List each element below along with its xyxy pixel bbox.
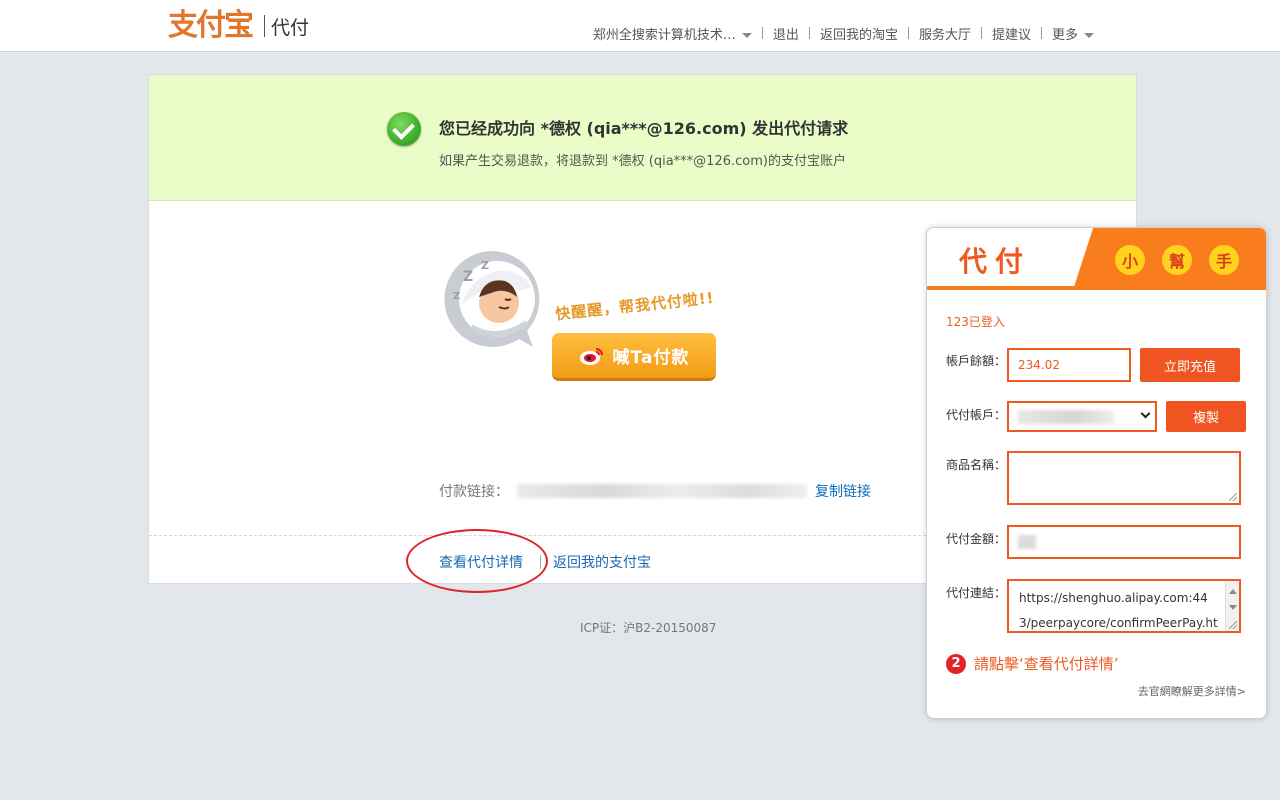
copy-account-button[interactable]: 複製 <box>1166 401 1246 432</box>
logo-divider <box>264 15 265 37</box>
account-menu[interactable]: 郑州全搜索计算机技术… <box>583 24 762 43</box>
success-check-icon <box>387 112 421 146</box>
back-taobao-link[interactable]: 返回我的淘宝 <box>810 24 908 43</box>
account-menu-label: 郑州全搜索计算机技术… <box>592 27 736 43</box>
logo-subtitle: 代付 <box>271 16 310 39</box>
chevron-down-icon <box>741 32 752 38</box>
amount-value-blurred <box>1018 535 1036 549</box>
balance-label: 帳戶餘額： <box>946 354 1007 368</box>
success-banner: 您已经成功向 *德权 (qia***@126.com) 发出代付请求 如果产生交… <box>149 75 1136 201</box>
refund-note: 如果产生交易退款，将退款到 *德权 (qia***@126.com)的支付宝账户 <box>439 154 846 169</box>
account-select[interactable] <box>1007 401 1157 432</box>
link-value: https://shenghuo.alipay.com:443/peerpayc… <box>1019 591 1218 630</box>
product-label: 商品名稱： <box>946 458 1007 472</box>
amount-label: 代付金額： <box>946 532 1007 546</box>
step-instruction: 2 請點擊‘查看代付詳情’ <box>946 653 1119 674</box>
scroll-down-icon[interactable] <box>1229 605 1237 610</box>
link-textarea[interactable]: https://shenghuo.alipay.com:443/peerpayc… <box>1007 579 1241 633</box>
suggest-link[interactable]: 提建议 <box>982 24 1041 43</box>
link-label: 代付連結： <box>946 586 1007 600</box>
more-info-link[interactable]: 去官網瞭解更多詳情> <box>1138 683 1246 699</box>
helper-header: 代付 小 幫 手 <box>927 228 1266 290</box>
resize-grip-icon <box>1229 621 1237 629</box>
remind-payer-button[interactable]: 喊Ta付款 <box>552 333 716 381</box>
logout-link[interactable]: 退出 <box>763 24 809 43</box>
more-menu-label: 更多 <box>1051 27 1078 43</box>
copy-link-button[interactable]: 复制链接 <box>815 481 871 501</box>
pay-link-row: 付款链接： 复制链接 <box>439 481 871 501</box>
helper-char-3: 手 <box>1209 245 1239 275</box>
svg-text:Z: Z <box>463 269 473 285</box>
chevron-down-icon <box>1084 32 1094 38</box>
balance-field[interactable]: 234.02 <box>1007 348 1131 382</box>
step-number-badge: 2 <box>946 653 966 674</box>
weibo-icon <box>579 347 603 365</box>
more-menu[interactable]: 更多 <box>1042 24 1104 43</box>
top-header: 支付宝 代付 郑州全搜索计算机技术… 退出 返回我的淘宝 服务大厅 提建议 更多 <box>0 0 1280 52</box>
helper-char-2: 幫 <box>1162 245 1192 275</box>
balance-value: 234.02 <box>1018 358 1060 372</box>
success-title: 您已经成功向 *德权 (qia***@126.com) 发出代付请求 <box>439 119 849 138</box>
svg-text:Z: Z <box>481 259 489 272</box>
pay-link-value-blurred <box>517 484 807 498</box>
chevron-down-icon <box>1140 408 1151 419</box>
svg-text:Z: Z <box>453 291 460 302</box>
recharge-button[interactable]: 立即充值 <box>1140 348 1240 382</box>
product-name-textarea[interactable] <box>1007 451 1241 505</box>
back-alipay-link[interactable]: 返回我的支付宝 <box>553 552 651 572</box>
resize-grip-icon <box>1229 493 1237 501</box>
helper-title: 代付 <box>959 245 1032 278</box>
scroll-up-icon[interactable] <box>1229 589 1237 594</box>
header-underline <box>927 286 1266 290</box>
remind-payer-label: 喊Ta付款 <box>612 348 690 368</box>
login-status: 123已登入 <box>946 315 1005 329</box>
bottom-links: 查看代付详情 返回我的支付宝 <box>439 552 651 572</box>
helper-char-1: 小 <box>1115 245 1145 275</box>
account-value-blurred <box>1018 409 1114 424</box>
icp-license: ICP证：沪B2-20150087 <box>580 621 717 635</box>
alipay-logo[interactable]: 支付宝 代付 <box>168 8 309 44</box>
view-details-link[interactable]: 查看代付详情 <box>439 552 523 572</box>
wake-up-bubble: 快醒醒，帮我代付啦!! <box>554 288 716 324</box>
account-label: 代付帳戶： <box>946 408 1007 422</box>
logo-mark: 支付宝 <box>168 8 254 43</box>
top-nav: 郑州全搜索计算机技术… 退出 返回我的淘宝 服务大厅 提建议 更多 <box>583 22 1104 44</box>
service-hall-link[interactable]: 服务大厅 <box>909 24 981 43</box>
peer-pay-helper-panel: 代付 小 幫 手 123已登入 帳戶餘額： 234.02 立即充值 代付帳戶： … <box>926 227 1267 719</box>
link-divider <box>540 555 541 569</box>
step-text: 請點擊‘查看代付詳情’ <box>974 655 1119 673</box>
pay-link-label: 付款链接： <box>439 484 509 500</box>
sleeping-mascot-icon: Z Z Z <box>444 250 540 347</box>
amount-field[interactable] <box>1007 525 1241 559</box>
